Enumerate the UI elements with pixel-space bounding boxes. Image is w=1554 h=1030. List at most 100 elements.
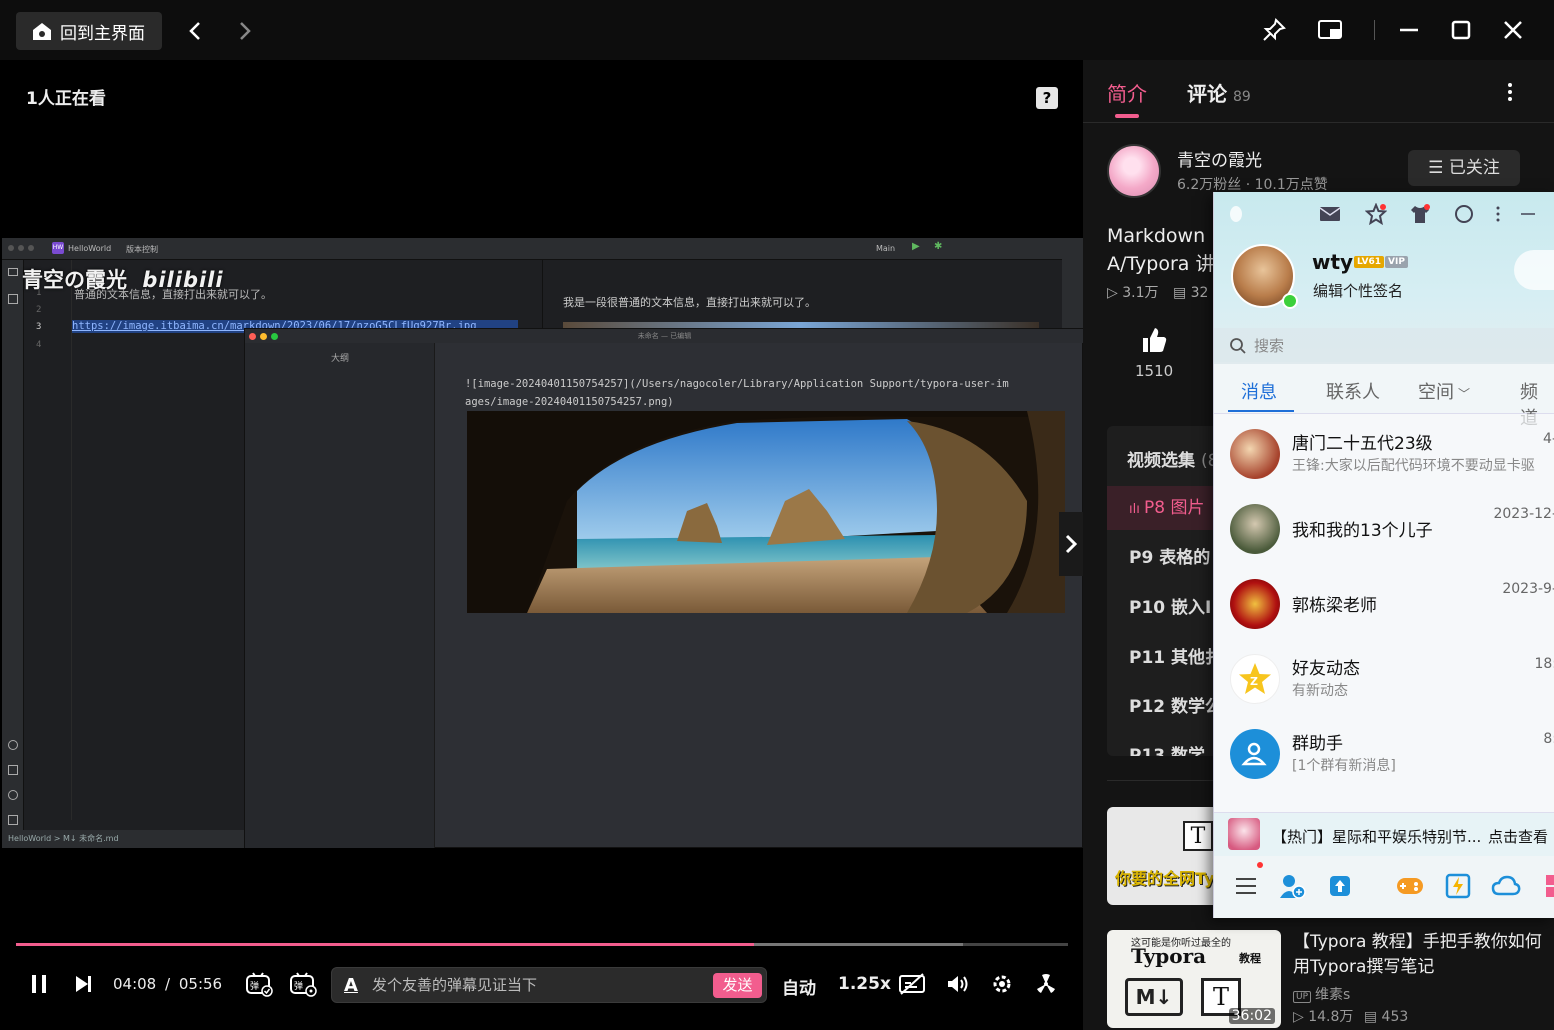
theme-icon[interactable] bbox=[1452, 202, 1476, 226]
more-apps-icon[interactable] bbox=[1538, 870, 1554, 902]
qq-window: wty LV61 VIP 编辑个性签名 消息 联系人 空间﹀ 频道 唐门二十五代… bbox=[1213, 192, 1554, 918]
chat-item[interactable]: 唐门二十五代23级 王锋:大家以后配代码环境不要动显卡驱 4- bbox=[1214, 419, 1554, 494]
help-icon[interactable]: ? bbox=[1036, 87, 1058, 109]
hot-news-thumb bbox=[1228, 818, 1260, 850]
danmaku-style-icon[interactable]: A bbox=[344, 975, 358, 996]
chat-avatar bbox=[1230, 429, 1280, 479]
video-stats: ▷ 3.1万 ▤ 32 bbox=[1107, 285, 1209, 301]
flash-transfer-icon[interactable] bbox=[1442, 870, 1474, 902]
title-bar: 回到主界面 bbox=[0, 0, 1554, 60]
recommend-title-2: 【Typora 教程】手把手教你如何用Typora撰写笔记 bbox=[1293, 932, 1542, 977]
svg-text:Z: Z bbox=[1250, 675, 1258, 688]
maximize-icon[interactable] bbox=[1445, 14, 1477, 46]
tab-comments[interactable]: 评论 89 bbox=[1187, 78, 1251, 107]
qq-tab-messages[interactable]: 消息 bbox=[1241, 378, 1277, 404]
chat-item[interactable]: 我和我的13个儿子 2023-12- bbox=[1214, 494, 1554, 569]
mini-player-icon[interactable] bbox=[1314, 14, 1346, 46]
ide-branch: Main bbox=[876, 244, 896, 253]
svg-text:弹: 弹 bbox=[250, 980, 259, 992]
video-frame: HW HelloWorld 版本控制 Main ▶ ✱ 1 2 3 4 普通的文… bbox=[2, 238, 1083, 848]
volume-icon[interactable] bbox=[944, 967, 972, 1001]
hot-news-bar[interactable]: 【热门】星际和平娱乐特别节... 点击查看 bbox=[1214, 812, 1554, 856]
home-button-label: 回到主界面 bbox=[60, 23, 145, 44]
forward-icon[interactable] bbox=[230, 16, 260, 46]
like-button[interactable]: 1510 bbox=[1135, 326, 1173, 380]
star-icon[interactable] bbox=[1364, 202, 1388, 226]
episode-list-title: 视频选集 (8 bbox=[1127, 451, 1219, 471]
mail-icon[interactable] bbox=[1318, 202, 1342, 226]
next-episode-icon[interactable] bbox=[70, 967, 96, 1001]
danmaku-input[interactable] bbox=[372, 973, 702, 997]
file-transfer-icon[interactable] bbox=[1324, 870, 1356, 902]
ide-right-strip bbox=[1062, 238, 1083, 338]
tab-intro[interactable]: 简介 bbox=[1107, 78, 1147, 107]
shirt-icon[interactable] bbox=[1408, 202, 1432, 226]
friend-feed-star-icon: Z bbox=[1230, 654, 1280, 704]
cave-beach-image bbox=[467, 411, 1065, 613]
subtitle-off-icon[interactable] bbox=[896, 967, 928, 1001]
ide-toolbar: HW HelloWorld 版本控制 Main ▶ ✱ bbox=[2, 238, 1083, 260]
qq-minimize-icon[interactable] bbox=[1516, 202, 1540, 226]
tab-underline bbox=[1115, 114, 1139, 118]
typora-outline-panel: 大纲 bbox=[245, 343, 435, 848]
pin-icon[interactable] bbox=[1258, 14, 1290, 46]
title-separator bbox=[1374, 20, 1375, 40]
back-icon[interactable] bbox=[180, 16, 210, 46]
qq-search-input[interactable] bbox=[1254, 334, 1534, 358]
fan-effect-icon[interactable] bbox=[1032, 967, 1060, 1001]
play-count-icon: ▷ bbox=[1293, 1009, 1304, 1025]
close-icon[interactable] bbox=[1497, 14, 1529, 46]
recommend-stats-2: ▷ 14.8万 ▤ 453 bbox=[1293, 1009, 1409, 1025]
send-danmaku-button[interactable]: 发送 bbox=[713, 973, 762, 998]
next-chevron-icon[interactable] bbox=[1059, 512, 1083, 576]
quality-button[interactable]: 自动 bbox=[782, 974, 816, 999]
play-count-icon: ▷ bbox=[1107, 285, 1118, 301]
signature-edit[interactable]: 编辑个性签名 bbox=[1313, 280, 1403, 301]
danmaku-toggle-icon[interactable]: 弹 bbox=[244, 967, 274, 1001]
minimize-icon[interactable] bbox=[1393, 14, 1425, 46]
qq-nickname[interactable]: wty bbox=[1312, 250, 1353, 274]
followed-button[interactable]: ☰ 已关注 bbox=[1408, 150, 1520, 186]
typora-source-text: ![image-20240401150754257](/Users/nagoco… bbox=[465, 378, 1009, 408]
qq-tab-space[interactable]: 空间 ﹀ bbox=[1418, 378, 1470, 404]
chat-item[interactable]: 郭栋梁老师 2023-9- bbox=[1214, 569, 1554, 644]
pause-icon[interactable] bbox=[26, 967, 52, 1001]
weather-cloud-icon bbox=[1514, 250, 1554, 290]
home-icon bbox=[30, 19, 54, 43]
typora-window: 未命名 — 已编辑 大纲 ![image-20240401150754257](… bbox=[244, 328, 1083, 848]
typora-title: 未命名 — 已编辑 bbox=[245, 329, 1083, 343]
recommend-thumb-2: 这可能是你听过最全的 Typora 教程 M↓ T 36:02 bbox=[1107, 930, 1281, 1028]
cloud-drive-icon[interactable] bbox=[1490, 870, 1522, 902]
online-status-icon[interactable] bbox=[1282, 293, 1298, 309]
search-icon bbox=[1229, 337, 1247, 359]
home-button[interactable]: 回到主界面 bbox=[16, 12, 162, 50]
recommend-item-2[interactable]: 这可能是你听过最全的 Typora 教程 M↓ T 36:02 【Typora … bbox=[1107, 930, 1547, 1028]
settings-gear-icon[interactable] bbox=[988, 967, 1016, 1001]
video-player[interactable]: 1人正在看 ? HW HelloWorld 版本控制 Main ▶ ✱ 1 2 … bbox=[0, 60, 1083, 1030]
speed-button[interactable]: 1.25x bbox=[838, 974, 891, 994]
chat-item[interactable]: Z 好友动态 有新动态 18: bbox=[1214, 644, 1554, 719]
qq-tab-contacts[interactable]: 联系人 bbox=[1326, 378, 1380, 404]
more-vertical-icon[interactable] bbox=[1507, 82, 1513, 102]
qq-more-icon[interactable] bbox=[1486, 202, 1510, 226]
qq-penguin-icon bbox=[1224, 202, 1248, 226]
chat-item[interactable]: 群助手 [1个群有新消息] 8: bbox=[1214, 719, 1554, 794]
vip-badge: VIP bbox=[1385, 256, 1408, 268]
thumbs-up-icon bbox=[1143, 328, 1167, 352]
ide-status-bar: HelloWorld > M↓ 未命名.md bbox=[2, 830, 246, 848]
main-menu-icon[interactable] bbox=[1230, 862, 1263, 902]
danmaku-input-box: A 发送 bbox=[331, 967, 767, 1003]
viewer-count: 1人正在看 bbox=[26, 89, 106, 109]
hot-news-link[interactable]: 点击查看 bbox=[1488, 826, 1548, 847]
uploader-stats: 6.2万粉丝 · 10.1万点赞 bbox=[1177, 177, 1328, 193]
danmaku-settings-icon[interactable]: 弹 bbox=[288, 967, 318, 1001]
svg-text:弹: 弹 bbox=[294, 980, 303, 992]
ide-markdown-preview: 我是一段很普通的文本信息，直接打出来就可以了。 bbox=[542, 260, 1062, 332]
add-friend-icon[interactable] bbox=[1276, 870, 1308, 902]
game-icon[interactable] bbox=[1394, 870, 1426, 902]
level-badge: LV61 bbox=[1354, 256, 1384, 268]
uploader-avatar[interactable] bbox=[1107, 144, 1161, 198]
uploader-name[interactable]: 青空の霞光 bbox=[1177, 146, 1262, 171]
chat-avatar bbox=[1230, 579, 1280, 629]
ide-vcs: 版本控制 bbox=[126, 245, 158, 254]
